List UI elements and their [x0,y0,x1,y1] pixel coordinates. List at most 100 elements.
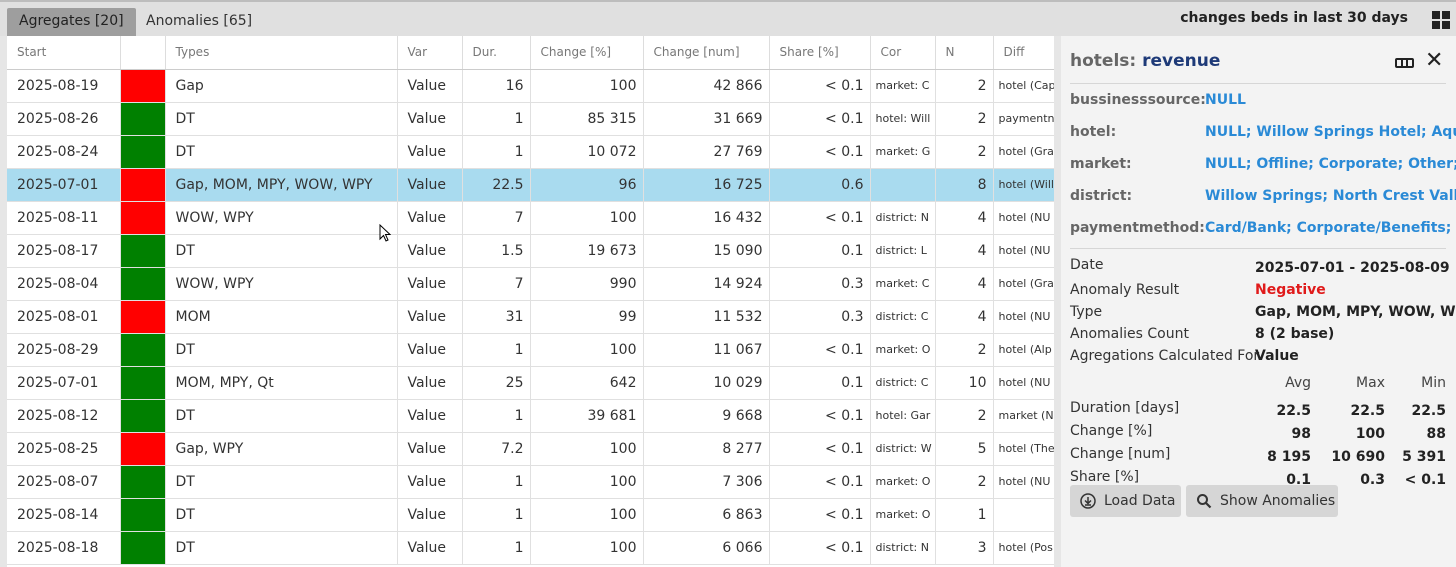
cell-start: 2025-08-25 [7,432,121,466]
column-header-var[interactable]: Var [397,36,463,70]
detail-value: Value [1255,348,1299,364]
stats-label: Duration [days] [1070,400,1180,416]
filter-value[interactable]: NULL; Offline; Corporate; Other; [1205,156,1456,172]
column-header-start[interactable]: Start [7,36,121,70]
cell-diff: hotel (Pos [993,531,1054,565]
filter-value[interactable]: NULL; Willow Springs Hotel; Aqu [1205,124,1456,140]
table-row[interactable]: 2025-08-11 WOW, WPY Value 7 100 16 432 < 0.1 di… [7,201,1054,235]
cell-start: 2025-08-01 [7,300,121,334]
cell-start: 2025-08-11 [7,201,121,235]
table-row[interactable]: 2025-08-17 DT Value 1.5 19 673 15 090 0.1 distr… [7,234,1054,268]
filter-value[interactable]: NULL [1205,92,1246,108]
status-indicator [120,69,164,101]
cell-status [120,69,166,103]
table-row[interactable]: 2025-08-18 DT Value 1 100 6 066 < 0.1 district:… [7,531,1054,565]
stats-min: 22.5 [1411,403,1446,419]
column-header-n[interactable]: N [935,36,994,70]
cell-diff: hotel (The [993,432,1054,466]
cell-var: Value [397,201,463,235]
collapse-icon[interactable] [1395,58,1414,68]
cell-var: Value [397,168,463,202]
cell-duration: 1.5 [462,234,531,268]
detail-label: Type [1070,304,1103,320]
show-anomalies-button[interactable]: Show Anomalies [1186,485,1338,517]
grid-view-icon[interactable] [1432,11,1450,29]
cell-n: 2 [935,102,994,136]
cell-cor: market: C [870,267,936,301]
cell-change-num: 6 066 [643,531,770,565]
cell-status [120,333,166,367]
column-header-change-pct[interactable]: Change [%] [530,36,644,70]
tab-agregates[interactable]: Agregates [20] [7,8,136,36]
close-icon[interactable]: ✕ [1425,50,1443,72]
table-row[interactable]: 2025-08-14 DT Value 1 100 6 863 < 0.1 market: O… [7,498,1054,532]
cell-change-pct: 99 [530,300,644,334]
cell-n: 4 [935,267,994,301]
filter-value[interactable]: Card/Bank; Corporate/Benefits; ( [1205,220,1456,236]
status-indicator [120,168,164,200]
table-row[interactable]: 2025-07-01 MOM, MPY, Qt Value 25 642 10 029 0.… [7,366,1054,400]
table-row[interactable]: 2025-08-25 Gap, WPY Value 7.2 100 8 277 < 0.1 d… [7,432,1054,466]
table-row[interactable]: 2025-08-24 DT Value 1 10 072 27 769 < 0.1 marke… [7,135,1054,169]
table-row[interactable]: 2025-08-04 WOW, WPY Value 7 990 14 924 0.3 mark… [7,267,1054,301]
cell-diff [993,498,1054,532]
cell-status [120,366,166,400]
cell-n: 4 [935,234,994,268]
status-indicator [120,300,164,332]
cell-duration: 1 [462,531,531,565]
cell-share: < 0.1 [769,432,871,466]
table-row[interactable]: 2025-08-29 DT Value 1 100 11 067 < 0.1 market: … [7,333,1054,367]
cell-cor: district: C [870,300,936,334]
cell-types: DT [165,135,398,169]
cell-share: 0.3 [769,267,871,301]
cell-cor: market: C [870,69,936,103]
cell-change-num: 9 668 [643,399,770,433]
table-row[interactable]: 2025-08-19 Gap Value 16 100 42 866 < 0.1 market… [7,69,1054,103]
cell-start: 2025-07-01 [7,168,121,202]
cell-share: < 0.1 [769,201,871,235]
load-data-button[interactable]: Load Data [1070,485,1181,517]
cell-start: 2025-08-17 [7,234,121,268]
cell-types: DT [165,234,398,268]
cell-change-num: 42 866 [643,69,770,103]
cell-types: MOM [165,300,398,334]
stats-max: 22.5 [1350,403,1385,419]
cell-duration: 1 [462,498,531,532]
column-header-diff[interactable]: Diff [993,36,1054,70]
column-header-status[interactable] [120,36,166,70]
cell-change-pct: 19 673 [530,234,644,268]
table-row[interactable]: 2025-08-26 DT Value 1 85 315 31 669 < 0.1 hotel… [7,102,1054,136]
cell-var: Value [397,498,463,532]
cell-diff: hotel (NU [993,465,1054,499]
cell-cor: district: C [870,366,936,400]
cell-share: 0.3 [769,300,871,334]
cell-change-pct: 100 [530,432,644,466]
cell-diff: hotel (Alp [993,333,1054,367]
status-indicator [120,465,164,497]
column-header-cor[interactable]: Cor [870,36,936,70]
status-indicator [120,366,164,398]
cell-status [120,465,166,499]
column-header-types[interactable]: Types [165,36,398,70]
cell-diff: hotel (Cap [993,69,1054,103]
status-indicator [120,201,164,233]
table-row[interactable]: 2025-08-12 DT Value 1 39 681 9 668 < 0.1 hotel:… [7,399,1054,433]
search-icon [1197,494,1212,509]
cell-diff: paymentn [993,102,1054,136]
table-row[interactable]: 2025-07-01 Gap, MOM, MPY, WOW, WPY Value 22… [7,168,1054,202]
cell-start: 2025-08-26 [7,102,121,136]
cell-start: 2025-08-29 [7,333,121,367]
status-indicator [120,267,164,299]
status-indicator [120,498,164,530]
filter-key: paymentmethod: [1070,220,1205,236]
column-header-share[interactable]: Share [%] [769,36,871,70]
divider [1070,83,1446,84]
table-row[interactable]: 2025-08-01 MOM Value 31 99 11 532 0.3 district:… [7,300,1054,334]
table-row[interactable]: 2025-08-07 DT Value 1 100 7 306 < 0.1 market: O… [7,465,1054,499]
cell-share: 0.1 [769,366,871,400]
tab-anomalies[interactable]: Anomalies [65] [134,8,264,36]
column-header-duration[interactable]: Dur. [462,36,531,70]
cell-n: 2 [935,135,994,169]
filter-value[interactable]: Willow Springs; North Crest Valle [1205,188,1456,204]
column-header-change-num[interactable]: Change [num] [643,36,770,70]
